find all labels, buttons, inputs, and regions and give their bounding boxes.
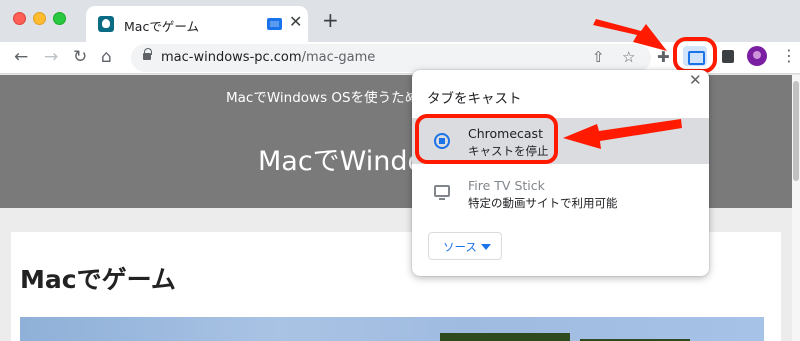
arrow-to-chromecast (563, 119, 682, 149)
annotation-arrows (563, 19, 682, 149)
arrow-to-cast-icon (593, 19, 667, 51)
